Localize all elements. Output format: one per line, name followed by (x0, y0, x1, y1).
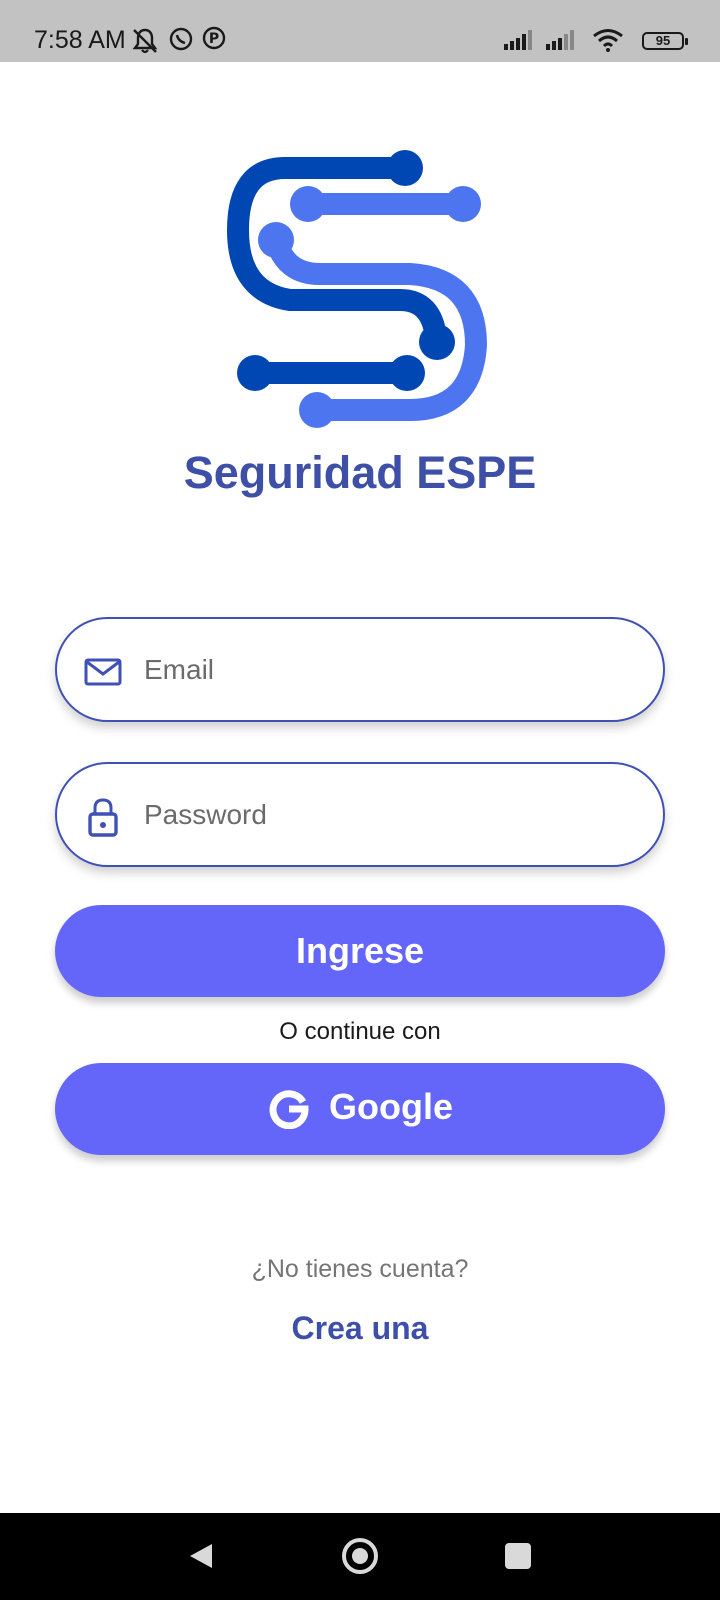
app-title: Seguridad ESPE (183, 447, 537, 498)
svg-text:P: P (209, 31, 219, 47)
google-icon (269, 1090, 309, 1129)
password-field[interactable] (55, 762, 665, 867)
recents-icon[interactable] (495, 1533, 541, 1579)
pinterest-icon: P (202, 26, 226, 50)
muted-bell-icon (132, 28, 158, 54)
mail-icon (84, 658, 122, 686)
status-right-icons: 95 (504, 28, 688, 58)
divider-text: O continue con (279, 1018, 441, 1045)
create-account-link[interactable]: Crea una (0, 1310, 720, 1347)
signal-icon (546, 30, 574, 50)
submit-button-label: Ingrese (295, 930, 425, 971)
logo-icon (226, 150, 488, 428)
google-button-content: Google (267, 1085, 453, 1129)
submit-button[interactable]: Ingrese (55, 905, 665, 997)
email-field[interactable] (55, 617, 665, 722)
navigation-bar (0, 1513, 720, 1600)
battery-icon: 95 (642, 32, 688, 50)
wifi-icon (593, 29, 623, 52)
google-button[interactable]: Google (55, 1063, 665, 1155)
password-input[interactable] (142, 788, 626, 842)
whatsapp-icon (169, 27, 193, 51)
back-icon[interactable] (178, 1533, 224, 1579)
no-account-text: ¿No tienes cuenta? (251, 1255, 469, 1283)
status-bar: 7:58 AM P 95 (0, 0, 720, 62)
email-input[interactable] (142, 643, 626, 697)
google-button-label: Google (329, 1086, 453, 1127)
lock-icon (88, 798, 118, 837)
status-time: 7:58 AM (34, 26, 126, 54)
signal-icon (504, 30, 532, 50)
home-icon[interactable] (337, 1533, 383, 1579)
